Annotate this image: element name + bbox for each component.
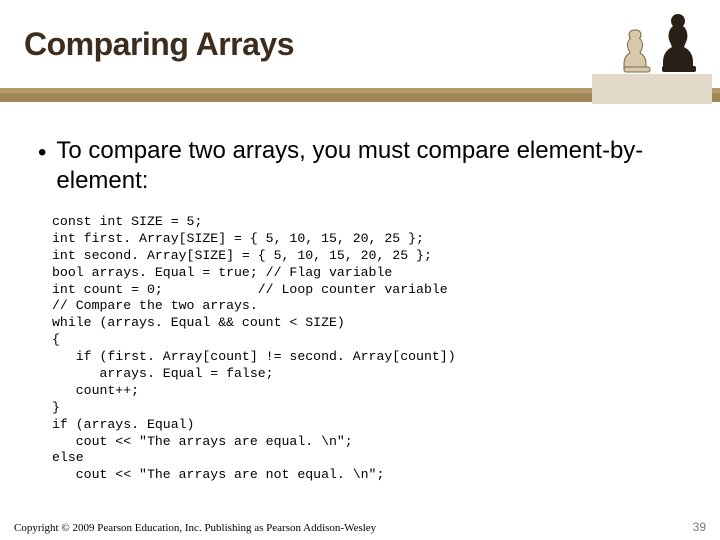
bullet-item: • To compare two arrays, you must compar… bbox=[38, 136, 682, 196]
slide-footer: Copyright © 2009 Pearson Education, Inc.… bbox=[0, 520, 720, 534]
page-number: 39 bbox=[693, 520, 706, 534]
chess-image bbox=[592, 4, 712, 104]
code-block: const int SIZE = 5; int first. Array[SIZ… bbox=[52, 214, 682, 484]
bullet-text: To compare two arrays, you must compare … bbox=[56, 136, 682, 196]
bullet-dot: • bbox=[38, 138, 46, 168]
slide-header: Comparing Arrays bbox=[0, 0, 720, 108]
copyright-text: Copyright © 2009 Pearson Education, Inc.… bbox=[14, 522, 376, 534]
slide-body: • To compare two arrays, you must compar… bbox=[0, 108, 720, 484]
slide: Comparing Arrays • To compare two arrays… bbox=[0, 0, 720, 540]
slide-title: Comparing Arrays bbox=[24, 26, 294, 63]
